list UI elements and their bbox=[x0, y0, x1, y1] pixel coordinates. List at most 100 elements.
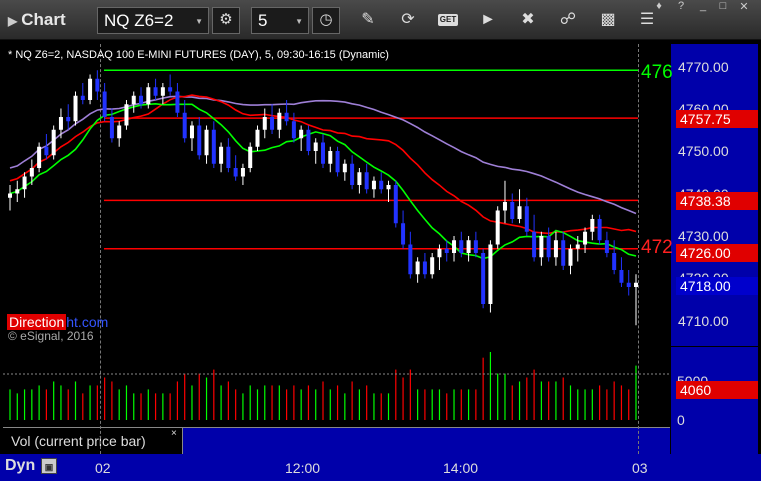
candle-body bbox=[459, 240, 464, 253]
candle-body bbox=[444, 248, 449, 253]
candle-body bbox=[80, 95, 85, 100]
candle-body bbox=[532, 231, 537, 258]
candle-body bbox=[502, 202, 507, 211]
candle-body bbox=[226, 146, 231, 168]
candle-body bbox=[37, 146, 42, 168]
candle-body bbox=[473, 240, 478, 253]
candle-body bbox=[328, 151, 333, 164]
time-tick: 14:00 bbox=[443, 460, 479, 476]
candle-body bbox=[73, 95, 78, 122]
candle-body bbox=[452, 240, 457, 253]
brand-part1: Direction bbox=[7, 314, 67, 330]
candle-body bbox=[604, 240, 609, 253]
candle-body bbox=[7, 193, 13, 198]
copyright: © eSignal, 2016 bbox=[8, 329, 94, 343]
candle-body bbox=[131, 95, 136, 105]
candle-body bbox=[590, 219, 595, 232]
candle-body bbox=[481, 253, 486, 304]
candle-body bbox=[240, 168, 245, 177]
candle-body bbox=[495, 210, 500, 245]
candle-body bbox=[524, 206, 529, 232]
candle-body bbox=[371, 180, 376, 190]
candle-body bbox=[408, 244, 413, 275]
candle-body bbox=[583, 231, 588, 245]
price-tick: 4770.00 bbox=[678, 59, 729, 75]
candle-body bbox=[219, 146, 224, 164]
candle-body bbox=[109, 117, 114, 139]
price-tag: 4718.00 bbox=[676, 277, 758, 295]
candle-body bbox=[270, 117, 275, 130]
candle-body bbox=[29, 168, 34, 177]
candle-body bbox=[175, 91, 180, 113]
candle-body bbox=[517, 206, 522, 219]
candle-body bbox=[539, 236, 544, 258]
candle-body bbox=[291, 121, 296, 139]
chart-description: * NQ Z6=2, NASDAQ 100 E-MINI FUTURES (DA… bbox=[8, 49, 389, 61]
candle-body bbox=[255, 129, 260, 147]
candle-body bbox=[160, 87, 165, 96]
candle-body bbox=[633, 282, 639, 287]
brand-part2: ht.com bbox=[66, 314, 109, 330]
candle-body bbox=[350, 163, 355, 185]
candle-body bbox=[284, 112, 289, 122]
candle-body bbox=[379, 180, 384, 190]
candle-body bbox=[197, 125, 202, 156]
candle-body bbox=[204, 129, 209, 156]
candle-body bbox=[95, 78, 100, 92]
candle-body bbox=[320, 142, 326, 164]
dynamic-label[interactable]: Dyn bbox=[5, 457, 35, 475]
candle-body bbox=[364, 172, 369, 190]
candle-body bbox=[553, 240, 558, 258]
candle-body bbox=[117, 125, 122, 139]
candle-body bbox=[597, 219, 602, 241]
candle-body bbox=[299, 129, 304, 139]
candle-body bbox=[626, 282, 631, 287]
time-template-icon[interactable]: ▣ bbox=[41, 458, 57, 474]
candle-body bbox=[546, 236, 551, 258]
candle-body bbox=[139, 95, 144, 105]
candle-body bbox=[153, 87, 158, 96]
candle-body bbox=[488, 244, 493, 304]
candle-body bbox=[124, 104, 129, 126]
candle-body bbox=[15, 189, 20, 194]
price-tag: 4757.75 bbox=[676, 110, 758, 128]
candle-body bbox=[262, 117, 267, 130]
candle-body bbox=[211, 129, 216, 164]
candle-body bbox=[612, 253, 617, 270]
candle-body bbox=[233, 168, 238, 177]
candle-body bbox=[568, 248, 573, 266]
candle-body bbox=[437, 248, 442, 258]
candle-body bbox=[51, 129, 56, 156]
candle-body bbox=[88, 78, 93, 100]
volume-tick: 0 bbox=[677, 412, 685, 428]
candle-body bbox=[335, 151, 340, 173]
candle-body bbox=[182, 112, 187, 139]
price-tag: 4726.00 bbox=[676, 244, 758, 262]
candle-body bbox=[422, 261, 427, 275]
candle-body bbox=[401, 223, 406, 245]
candle-body bbox=[58, 117, 63, 130]
candle-body bbox=[466, 240, 471, 253]
candle-body bbox=[146, 87, 151, 105]
candle-body bbox=[44, 146, 49, 156]
time-tick: 12:00 bbox=[285, 460, 321, 476]
price-tick: 4730.00 bbox=[678, 228, 729, 244]
candle-body bbox=[386, 185, 391, 190]
candle-body bbox=[306, 129, 311, 151]
candle-body bbox=[248, 146, 253, 168]
candle-body bbox=[22, 176, 27, 190]
candle-body bbox=[415, 261, 420, 275]
candle-body bbox=[189, 125, 194, 139]
candle-body bbox=[313, 142, 318, 151]
ma-green-line bbox=[9, 102, 637, 260]
candle-body bbox=[102, 91, 107, 117]
price-tag: 4738.38 bbox=[676, 192, 758, 210]
candle-body bbox=[510, 202, 515, 219]
candle-body bbox=[277, 112, 282, 130]
candle-body bbox=[342, 163, 347, 173]
green-line-label: 476 bbox=[641, 62, 673, 83]
candle-body bbox=[168, 87, 173, 92]
candle-body bbox=[66, 117, 71, 122]
candle-body bbox=[430, 257, 435, 275]
time-tick: 03 bbox=[632, 460, 648, 476]
